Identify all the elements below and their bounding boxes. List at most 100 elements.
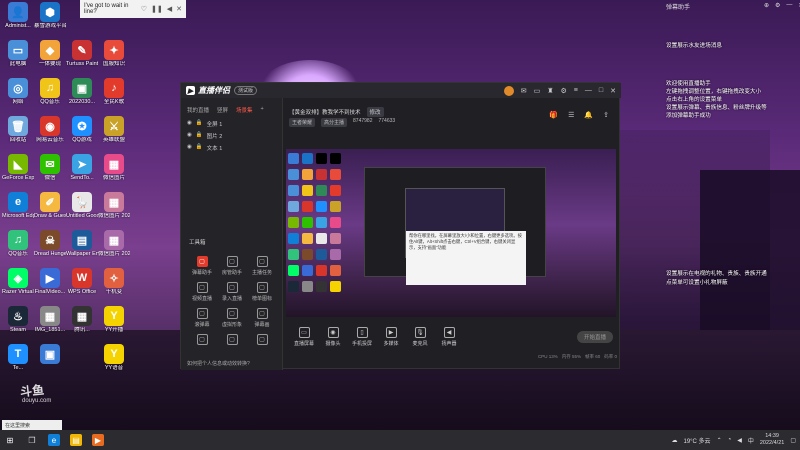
windows-start-icon[interactable]: ⊞: [4, 434, 16, 446]
desktop-icon[interactable]: ▣: [34, 344, 66, 382]
desktop-icon[interactable]: ✧ 千机变: [98, 268, 130, 306]
stream-preview[interactable]: 帮你在哪里找，在屏幕里放大/小和位置，右键更多选项。按住Alt键，Alt+Shi…: [286, 149, 616, 317]
weather-icon[interactable]: ☁: [671, 437, 677, 444]
desktop-icon[interactable]: ◆ 一体要现: [34, 40, 66, 78]
desktop-icon[interactable]: ♫ QQ音乐: [2, 230, 34, 268]
chevron-up-icon[interactable]: ⌃: [717, 437, 722, 444]
label-tag[interactable]: 高分主播: [321, 118, 348, 127]
live-app-icon[interactable]: ▶: [92, 434, 104, 446]
maximize-icon[interactable]: □: [599, 87, 603, 94]
volume-icon[interactable]: ◀: [737, 437, 742, 444]
camera-button[interactable]: ◉ 摄像头: [321, 323, 345, 369]
avatar[interactable]: [503, 85, 514, 96]
tool-button[interactable]: ▢: [217, 334, 247, 360]
desktop-icon[interactable]: ☠ Dread Hunger: [34, 230, 66, 268]
message-icon[interactable]: ✉: [521, 87, 527, 95]
tool-button[interactable]: ▢ 视频直播: [187, 282, 217, 308]
settings-icon[interactable]: ⚙: [561, 87, 567, 95]
tool-button[interactable]: ▢ 榜单图标: [247, 282, 277, 308]
tool-button[interactable]: ▢: [187, 334, 217, 360]
speaker-button[interactable]: ◀ 扬声器: [437, 323, 461, 369]
live-companion-window[interactable]: ▶ 直播伴侣 测试版 ✉ ▭ ♜ ⚙ ≡ — □ ✕ 我的直播 竖屏 场景集 +…: [180, 82, 621, 370]
screen-capture-button[interactable]: ▭ 直播屏幕: [292, 323, 316, 369]
desktop-icon[interactable]: 👤 Administ...: [2, 2, 34, 40]
volume-icon[interactable]: ◀: [167, 5, 172, 13]
desktop-icon[interactable]: Y YY语音: [98, 344, 130, 382]
desktop-icon[interactable]: ▦微信图片 2022...: [98, 192, 130, 230]
desktop-icon[interactable]: ✪ QQ游戏: [66, 116, 98, 154]
desktop-icon[interactable]: ✎ Turtuss Paint: [66, 40, 98, 78]
desktop-icon[interactable]: eMicrosoft Edge: [2, 192, 34, 230]
lock-icon[interactable]: 🔒: [196, 132, 203, 140]
search-input[interactable]: 在这里搜索: [2, 420, 62, 430]
window-icon[interactable]: ▭: [534, 87, 541, 95]
tool-button[interactable]: ▢ 录入直播: [217, 282, 247, 308]
scene-item[interactable]: ◉ 🔒 文本 1: [181, 142, 282, 154]
notification-bar[interactable]: I've got to wait in line? ♡ ❚❚ ◀ ✕: [80, 0, 186, 18]
room-title[interactable]: 【黄金双排】教我学不到技术: [289, 108, 361, 116]
desktop-icon[interactable]: Y YY开播: [98, 306, 130, 344]
task-view-icon[interactable]: ❐: [26, 434, 38, 446]
desktop-icon[interactable]: ▭ 此电脑: [2, 40, 34, 78]
window-titlebar[interactable]: ▶ 直播伴侣 测试版 ✉ ▭ ♜ ⚙ ≡ — □ ✕: [181, 83, 621, 98]
desktop-icon[interactable]: 🪿Untitled Goose: [66, 192, 98, 230]
shirt-icon[interactable]: ♜: [547, 87, 553, 95]
edge-icon[interactable]: e: [48, 434, 60, 446]
folder-icon[interactable]: ▤: [70, 434, 82, 446]
desktop-icon[interactable]: ✦ 国服知识: [98, 40, 130, 78]
desktop-icon[interactable]: T Te...: [2, 344, 34, 382]
desktop-icon[interactable]: ⚔ 英雄联盟: [98, 116, 130, 154]
desktop-icon[interactable]: ▦ 腾讯...: [66, 306, 98, 344]
desktop-icon[interactable]: ♨ Steam: [2, 306, 34, 344]
tool-button[interactable]: ▢ 主播任务: [247, 256, 277, 282]
scene-item[interactable]: ◉ 🔒 图片 2: [181, 130, 282, 142]
tool-button[interactable]: ▢: [247, 334, 277, 360]
desktop-icon[interactable]: ◣GeForce Experience: [2, 154, 34, 192]
desktop-icon[interactable]: W WPS Office: [66, 268, 98, 306]
danmaku-overlay-panel[interactable]: 弹幕助手 ⊕ ⚙ — ✕ 设置展示水友进场消息 欢迎使用直播助手 左键拖拽调整位…: [660, 0, 800, 430]
tool-button[interactable]: ▢ 弹幕画: [247, 308, 277, 334]
help-hint[interactable]: 如何把个人信息或动效转换?: [187, 360, 250, 367]
close-icon[interactable]: ✕: [610, 87, 616, 95]
desktop-icon[interactable]: ▦ IMG_1851...: [34, 306, 66, 344]
desktop-icon[interactable]: ➤ SendTo...: [66, 154, 98, 192]
desktop-icon[interactable]: ◈Razer Virtual R...: [2, 268, 34, 306]
weather-text[interactable]: 19°C 多云: [683, 436, 710, 445]
task-icon[interactable]: ☰: [568, 111, 574, 119]
category-tag[interactable]: 王者荣耀: [289, 118, 316, 127]
network-icon[interactable]: ◔: [728, 437, 732, 443]
desktop-icon[interactable]: ✐ Draw & Guess: [34, 192, 66, 230]
tool-button[interactable]: ▢ 滚弹幕: [187, 308, 217, 334]
minimize-icon[interactable]: —: [585, 87, 592, 94]
lock-icon[interactable]: 🔒: [196, 144, 203, 152]
desktop-icon[interactable]: ▦微信图片 2022...: [98, 230, 130, 268]
bell-icon[interactable]: 🔔: [584, 111, 593, 119]
scene-item[interactable]: ◉ 🔒 全屏 1: [181, 118, 282, 130]
microphone-button[interactable]: 🎙 麦克风: [408, 323, 432, 369]
media-button[interactable]: ▶ 多媒体: [379, 323, 403, 369]
lock-icon[interactable]: 🔒: [196, 120, 203, 128]
eye-icon[interactable]: ◉: [187, 132, 192, 140]
start-live-button[interactable]: 开始直播: [577, 331, 613, 343]
desktop-icon[interactable]: ▣ 2022030...: [66, 78, 98, 116]
desktop-icon[interactable]: [66, 344, 98, 382]
tab-scenes[interactable]: 场景集: [236, 106, 253, 114]
pause-icon[interactable]: ❚❚: [151, 5, 163, 13]
desktop-icon[interactable]: ⬢ 暴雪游戏平台: [34, 2, 66, 40]
settings-icon[interactable]: ⚙: [775, 2, 780, 9]
share-icon[interactable]: ⇪: [603, 111, 609, 119]
desktop-icon[interactable]: ▶ FinalVideo...: [34, 268, 66, 306]
tool-button[interactable]: ▢ 弹幕助手: [187, 256, 217, 282]
desktop-icon[interactable]: ◉ 网易云音乐: [34, 116, 66, 154]
ime-icon[interactable]: 中: [748, 436, 754, 445]
tab-vertical[interactable]: 竖屏: [217, 106, 228, 114]
like-icon[interactable]: ♡: [141, 5, 147, 13]
desktop-icon[interactable]: ▦ 微信图片: [98, 154, 130, 192]
desktop-icon[interactable]: ◎ 网络: [2, 78, 34, 116]
desktop-icon[interactable]: ✉ 微信: [34, 154, 66, 192]
eye-icon[interactable]: ◉: [187, 120, 192, 128]
eye-icon[interactable]: ◉: [187, 144, 192, 152]
desktop-icon[interactable]: ♪ 全民K歌: [98, 78, 130, 116]
desktop-icon[interactable]: ♫ QQ音乐: [34, 78, 66, 116]
minimize-icon[interactable]: —: [786, 2, 792, 9]
